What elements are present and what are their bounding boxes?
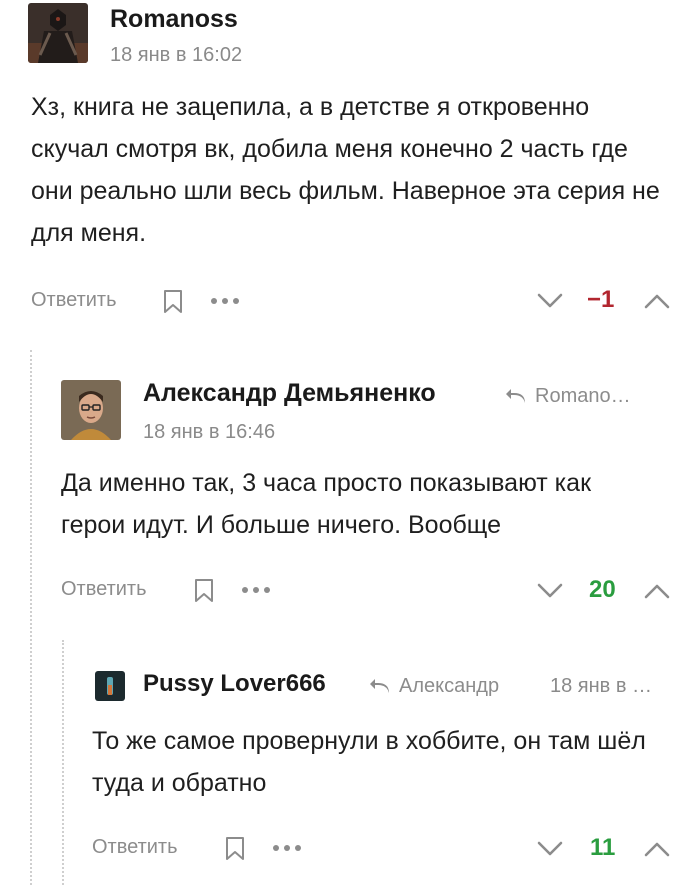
reply-to-link[interactable]: Romano… (505, 385, 631, 408)
comment-body: Да именно так, 3 часа просто показывают … (61, 469, 592, 539)
vote-up-icon[interactable] (643, 840, 671, 858)
avatar[interactable] (61, 380, 121, 440)
comment-author[interactable]: Pussy Lover666 (143, 670, 326, 698)
more-options-icon[interactable] (271, 843, 303, 853)
vote-up-icon[interactable] (643, 292, 671, 310)
thread-line-level-1 (30, 350, 32, 885)
comment-rating: −1 (587, 286, 615, 313)
comment-time: 18 янв в 16:46 (143, 421, 276, 443)
vote-down-icon[interactable] (536, 840, 564, 858)
reply-button[interactable]: Ответить (92, 836, 178, 859)
comment-time: 18 янв в 16:02 (110, 44, 243, 66)
bookmark-icon[interactable] (194, 578, 214, 603)
avatar[interactable] (95, 671, 125, 701)
more-options-icon[interactable] (209, 296, 241, 306)
comment-time: 18 янв в … (550, 675, 653, 697)
thread-line-level-2 (62, 640, 64, 885)
avatar[interactable] (28, 3, 88, 63)
dark-figure-avatar-icon (95, 671, 125, 701)
comment-body: То же самое провернули в хоббите, он там… (92, 727, 646, 797)
vote-up-icon[interactable] (643, 582, 671, 600)
reply-arrow-icon (506, 388, 525, 403)
reply-button[interactable]: Ответить (31, 289, 117, 312)
more-options-icon[interactable] (240, 585, 272, 595)
bookmark-icon[interactable] (225, 836, 245, 861)
vote-down-icon[interactable] (536, 582, 564, 600)
reply-to-name[interactable]: Romano… (535, 385, 631, 408)
comment-rating: 11 (590, 834, 616, 861)
comment-author[interactable]: Александр Демьяненко (143, 379, 436, 408)
reply-arrow-icon (370, 678, 389, 693)
comment-body: Хз, книга не зацепила, а в детстве я отк… (31, 93, 660, 247)
bookmark-icon[interactable] (163, 289, 183, 314)
reply-to-name[interactable]: Александр (399, 675, 499, 698)
comment-author[interactable]: Romanoss (110, 5, 238, 34)
reply-button[interactable]: Ответить (61, 578, 147, 601)
vote-down-icon[interactable] (536, 292, 564, 310)
reply-to-link[interactable]: Александр (369, 675, 499, 698)
man-glasses-avatar-icon (61, 380, 121, 440)
dark-armor-avatar-icon (28, 3, 88, 63)
comment-rating: 20 (589, 576, 616, 603)
